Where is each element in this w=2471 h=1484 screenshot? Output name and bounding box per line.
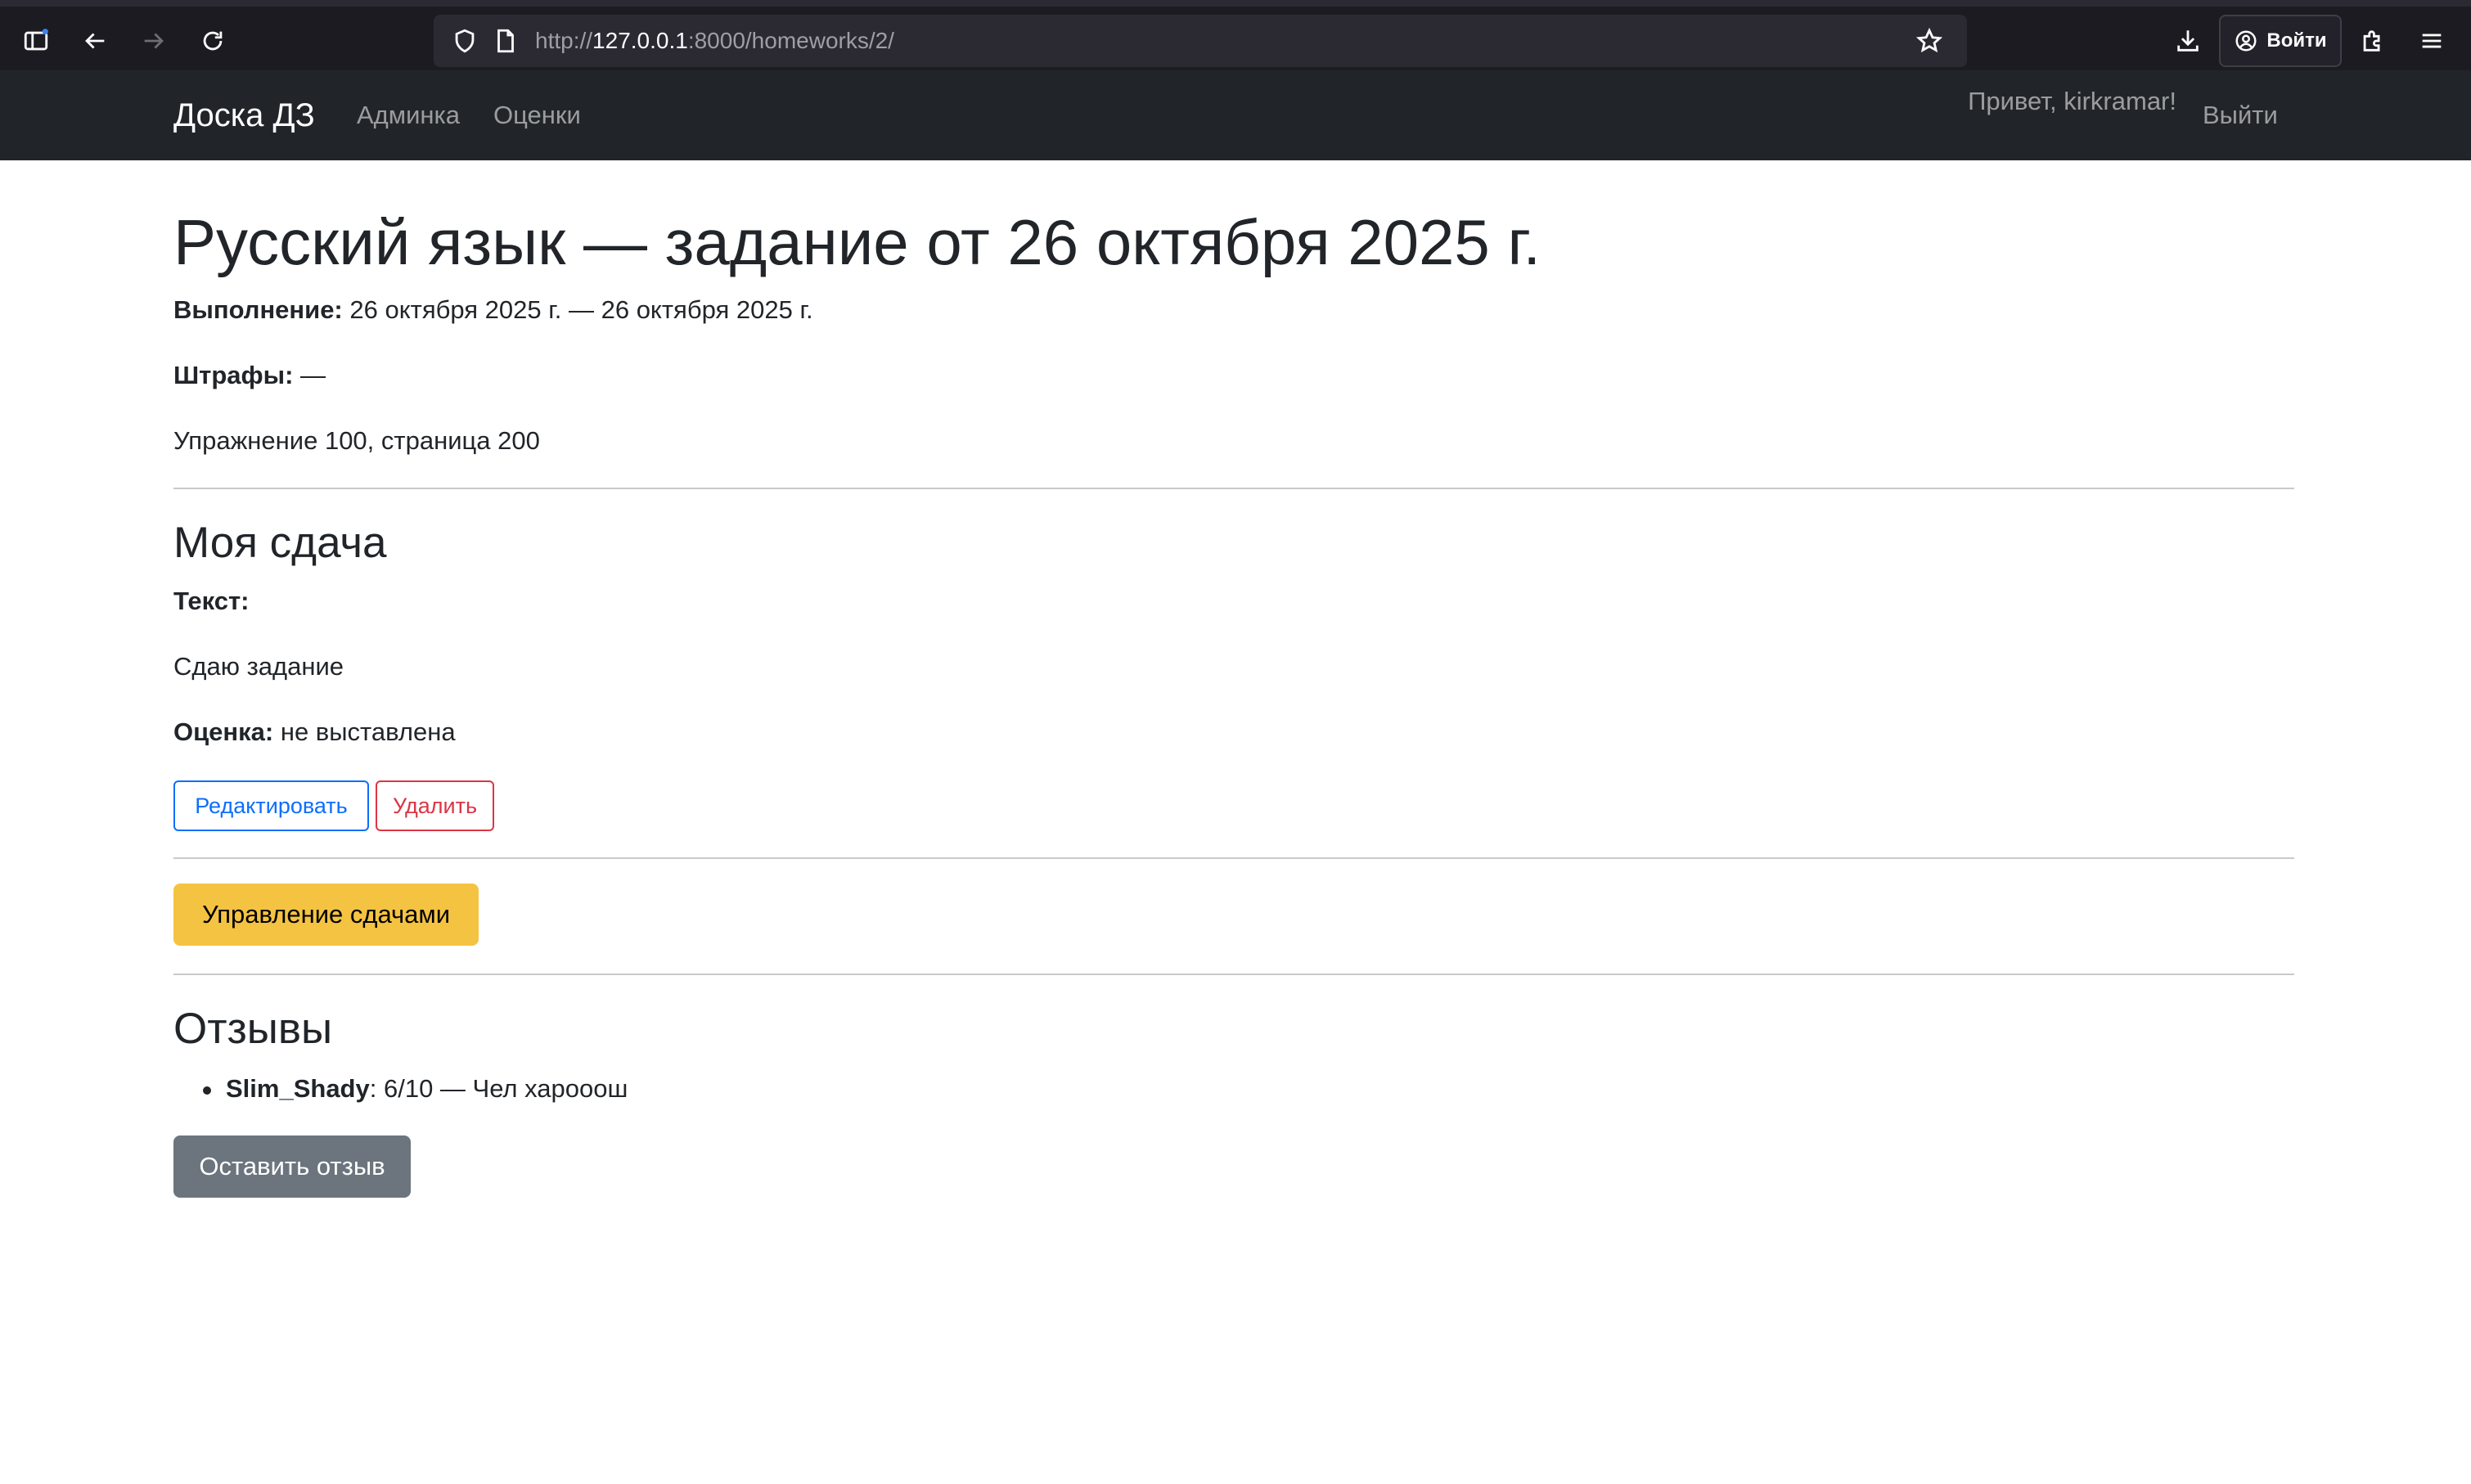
grade-value: не выставлена bbox=[273, 717, 456, 746]
delete-submission-button[interactable]: Удалить bbox=[376, 780, 494, 831]
penalties-value: — bbox=[293, 361, 326, 389]
review-item: Slim_Shady: 6/10 — Чел харооош bbox=[173, 1070, 628, 1109]
menu-icon[interactable] bbox=[2409, 18, 2455, 64]
back-icon[interactable] bbox=[72, 18, 118, 64]
period-value: 26 октября 2025 г. — 26 октября 2025 г. bbox=[342, 295, 813, 324]
account-icon bbox=[2235, 30, 2257, 52]
review-author: Slim_Shady bbox=[226, 1074, 370, 1103]
grade-label: Оценка: bbox=[173, 717, 274, 746]
sidebar-toggle-icon[interactable] bbox=[13, 18, 59, 64]
url-path: :8000/homeworks/2/ bbox=[687, 28, 894, 53]
period-line: Выполнение: 26 октября 2025 г. — 26 октя… bbox=[173, 291, 813, 330]
url-host: 127.0.0.1 bbox=[592, 28, 688, 53]
downloads-icon[interactable] bbox=[2165, 18, 2211, 64]
divider bbox=[173, 857, 2294, 859]
page-title: Русский язык — задание от 26 октября 202… bbox=[173, 206, 1542, 278]
period-label: Выполнение: bbox=[173, 295, 343, 324]
submission-text: Сдаю задание bbox=[173, 652, 344, 681]
nav-link-admin[interactable]: Админка bbox=[357, 70, 460, 160]
homework-description: Упражнение 100, страница 200 bbox=[173, 426, 540, 455]
penalties-label: Штрафы: bbox=[173, 361, 294, 389]
browser-toolbar: http://127.0.0.1:8000/homeworks/2/ Войти bbox=[0, 0, 2471, 70]
user-greeting: Привет, kirkramar! bbox=[1968, 87, 2176, 115]
page-icon[interactable] bbox=[483, 18, 529, 64]
brand-link[interactable]: Доска ДЗ bbox=[173, 70, 315, 160]
edit-submission-button[interactable]: Редактировать bbox=[173, 780, 369, 831]
nav-link-grades[interactable]: Оценки bbox=[493, 70, 581, 160]
address-bar[interactable]: http://127.0.0.1:8000/homeworks/2/ bbox=[434, 15, 1967, 67]
forward-icon[interactable] bbox=[131, 18, 177, 64]
bookmark-star-icon[interactable] bbox=[1906, 18, 1952, 64]
leave-review-button[interactable]: Оставить отзыв bbox=[173, 1135, 411, 1198]
divider bbox=[173, 488, 2294, 489]
login-label: Войти bbox=[2266, 29, 2327, 52]
text-label: Текст: bbox=[173, 587, 250, 615]
reviews-heading: Отзывы bbox=[173, 1005, 333, 1053]
penalties-line: Штрафы: — bbox=[173, 357, 326, 395]
bullet bbox=[203, 1086, 211, 1095]
grade-line: Оценка: не выставлена bbox=[173, 713, 456, 752]
site-navbar: Доска ДЗ Админка Оценки Привет, kirkrama… bbox=[0, 70, 2471, 160]
review-text: : 6/10 — Чел харооош bbox=[369, 1074, 628, 1103]
extensions-icon[interactable] bbox=[2350, 18, 2396, 64]
reload-icon[interactable] bbox=[190, 18, 236, 64]
divider bbox=[173, 974, 2294, 975]
account-login-button[interactable]: Войти bbox=[2219, 15, 2342, 67]
shield-icon[interactable] bbox=[442, 18, 488, 64]
url-text[interactable]: http://127.0.0.1:8000/homeworks/2/ bbox=[535, 15, 894, 67]
logout-link[interactable]: Выйти bbox=[2203, 70, 2278, 160]
url-prefix: http:// bbox=[535, 28, 593, 53]
manage-submissions-button[interactable]: Управление сдачами bbox=[173, 884, 479, 946]
text-label-line: Текст: bbox=[173, 582, 250, 621]
reviews-list: Slim_Shady: 6/10 — Чел харооош bbox=[173, 1070, 628, 1109]
submission-heading: Моя сдача bbox=[173, 519, 387, 567]
